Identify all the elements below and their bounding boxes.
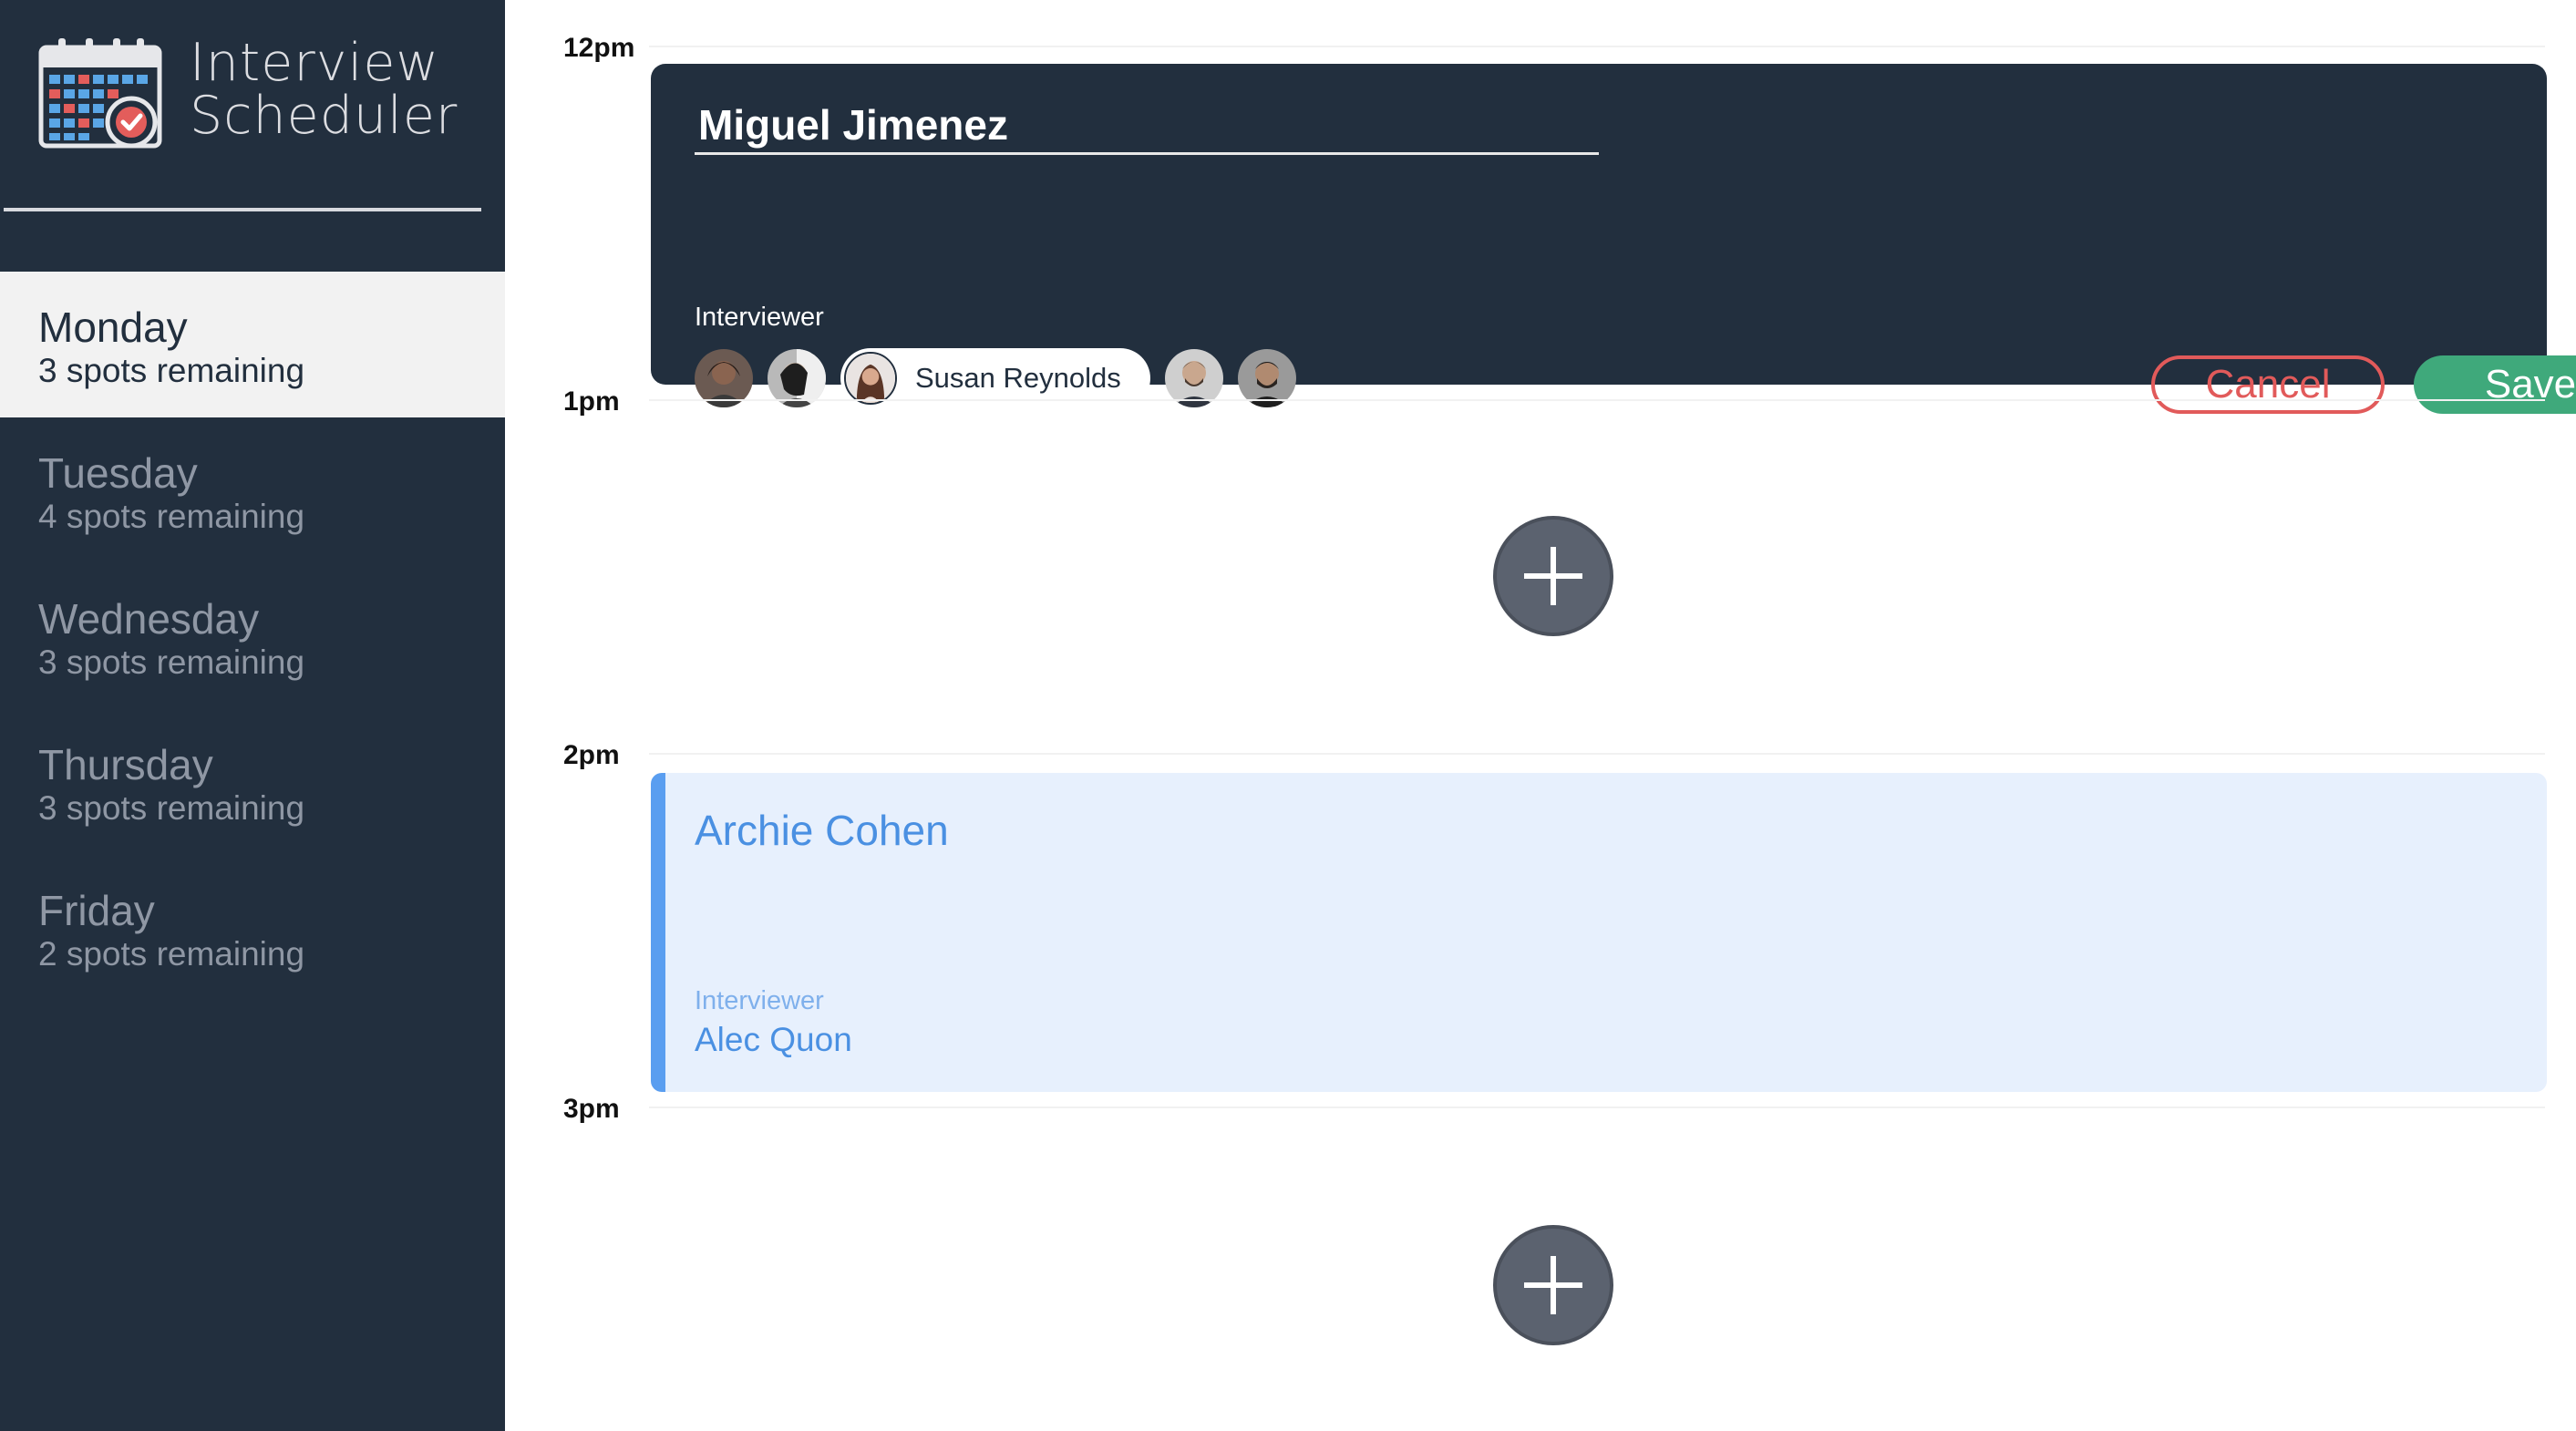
day-name: Monday xyxy=(38,304,188,351)
day-spots: 2 spots remaining xyxy=(38,935,305,973)
hour-separator xyxy=(649,753,2545,755)
day-spots: 3 spots remaining xyxy=(38,789,305,827)
hour-separator xyxy=(649,46,2545,47)
day-item-monday[interactable]: Monday 3 spots remaining xyxy=(0,272,505,417)
app-title-line2: Scheduler xyxy=(190,86,459,146)
hour-separator xyxy=(649,399,2545,401)
day-name: Tuesday xyxy=(38,449,198,497)
student-name-input[interactable] xyxy=(695,97,1599,155)
hour-label: 3pm xyxy=(563,1094,620,1124)
booked-student-name: Archie Cohen xyxy=(695,807,949,854)
day-name: Thursday xyxy=(38,741,213,788)
appointment-form: Interviewer Susan Reynolds Cancel Save xyxy=(651,64,2576,414)
add-appointment-button[interactable] xyxy=(1493,516,1613,636)
calendar-check-icon xyxy=(38,38,162,149)
hour-label: 1pm xyxy=(563,386,620,417)
hour-separator xyxy=(649,1107,2545,1108)
app-title: Interview Scheduler xyxy=(190,36,458,142)
app-title-line1: Interview xyxy=(190,33,440,93)
add-appointment-button[interactable] xyxy=(1493,1225,1613,1345)
day-spots: 3 spots remaining xyxy=(38,352,305,389)
save-button[interactable]: Save xyxy=(2414,355,2576,414)
interviewer-label: Interviewer xyxy=(695,303,824,332)
schedule: 12pm Interviewer Susan Reynolds xyxy=(505,0,2576,1431)
booked-interviewer-name: Alec Quon xyxy=(695,1021,852,1058)
day-spots: 4 spots remaining xyxy=(38,498,305,535)
day-item-tuesday[interactable]: Tuesday 4 spots remaining xyxy=(0,417,505,563)
booked-appointment[interactable]: Archie Cohen Interviewer Alec Quon xyxy=(651,773,2547,1092)
day-name: Friday xyxy=(38,887,155,934)
day-name: Wednesday xyxy=(38,595,260,643)
hour-label: 12pm xyxy=(563,33,635,63)
day-item-wednesday[interactable]: Wednesday 3 spots remaining xyxy=(0,563,505,709)
hour-label: 2pm xyxy=(563,740,620,770)
day-list: Monday 3 spots remaining Tuesday 4 spots… xyxy=(0,272,505,1001)
day-item-friday[interactable]: Friday 2 spots remaining xyxy=(0,855,505,1001)
interviewer-avatar xyxy=(844,352,897,405)
booked-interviewer-label: Interviewer xyxy=(695,986,824,1015)
app-logo: Interview Scheduler xyxy=(38,36,458,149)
day-spots: 3 spots remaining xyxy=(38,643,305,681)
sidebar: Interview Scheduler Monday 3 spots remai… xyxy=(0,0,505,1431)
selected-interviewer-name: Susan Reynolds xyxy=(915,362,1121,394)
cancel-button[interactable]: Cancel xyxy=(2151,355,2385,414)
sidebar-divider xyxy=(4,208,481,211)
day-item-thursday[interactable]: Thursday 3 spots remaining xyxy=(0,709,505,855)
